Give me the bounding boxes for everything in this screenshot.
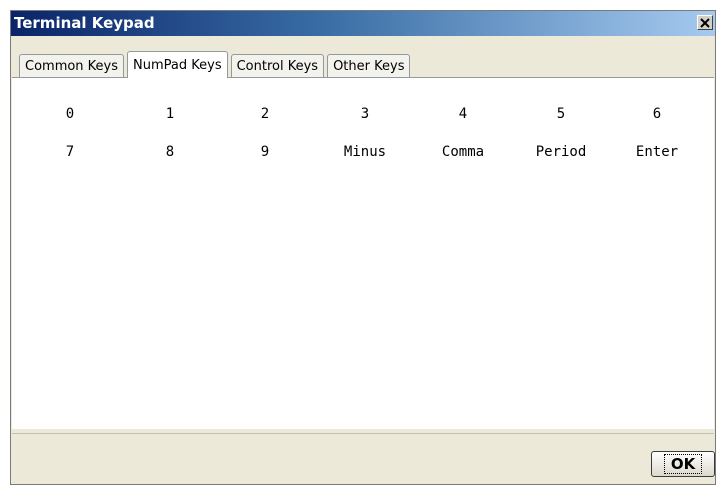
window-title: Terminal Keypad: [14, 14, 155, 32]
tab-common-keys[interactable]: Common Keys: [19, 54, 125, 77]
key-enter[interactable]: Enter: [636, 144, 678, 160]
key-period[interactable]: Period: [536, 144, 587, 160]
key-8[interactable]: 8: [166, 144, 174, 160]
key-0[interactable]: 0: [66, 106, 74, 122]
tab-other-keys[interactable]: Other Keys: [327, 54, 411, 77]
terminal-keypad-dialog: Terminal Keypad Common Keys NumPad Keys …: [10, 10, 716, 485]
tab-control-keys[interactable]: Control Keys: [230, 54, 325, 77]
numpad-keys-panel: 0 1 2 3 4 5 6 7 8 9 Minus Comma Period E…: [12, 77, 714, 429]
tab-strip: Common Keys NumPad Keys Control Keys Oth…: [19, 49, 413, 78]
close-button[interactable]: [697, 15, 713, 30]
ok-button-label: OK: [663, 454, 703, 474]
key-3[interactable]: 3: [361, 106, 369, 122]
tab-numpad-keys[interactable]: NumPad Keys: [127, 51, 228, 78]
key-6[interactable]: 6: [653, 106, 661, 122]
key-1[interactable]: 1: [166, 106, 174, 122]
key-9[interactable]: 9: [261, 144, 269, 160]
footer-divider: [12, 433, 714, 434]
key-4[interactable]: 4: [459, 106, 467, 122]
ok-button[interactable]: OK: [651, 451, 715, 477]
key-7[interactable]: 7: [66, 144, 74, 160]
close-icon: [700, 17, 710, 28]
title-bar[interactable]: Terminal Keypad: [11, 11, 715, 36]
key-comma[interactable]: Comma: [442, 144, 484, 160]
key-2[interactable]: 2: [261, 106, 269, 122]
key-minus[interactable]: Minus: [344, 144, 386, 160]
key-5[interactable]: 5: [557, 106, 565, 122]
